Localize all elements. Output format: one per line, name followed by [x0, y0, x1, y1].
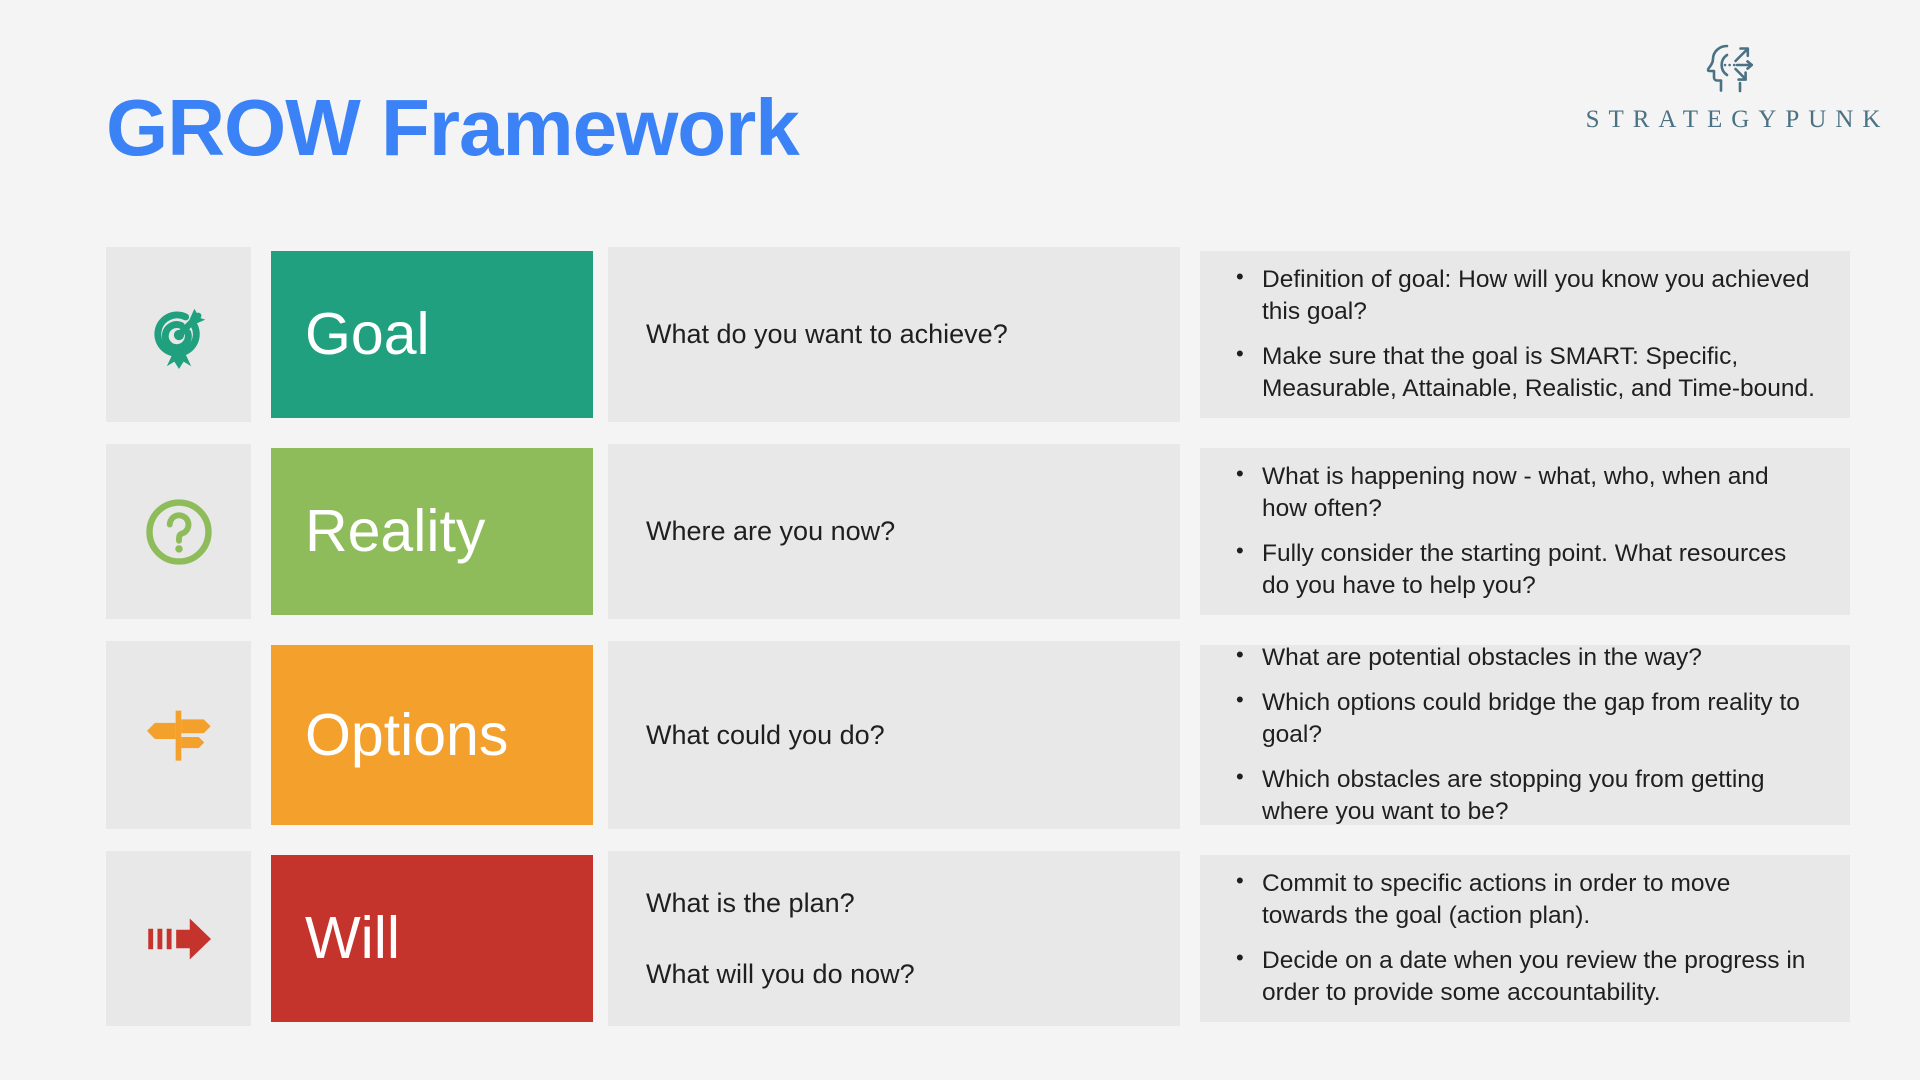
row-label-reality: Reality: [271, 448, 593, 615]
list-item: Commit to specific actions in order to m…: [1232, 867, 1820, 932]
question-mark-circle-icon: [145, 498, 212, 565]
row-label-text: Will: [305, 905, 401, 971]
grow-framework-matrix: Goal What do you want to achieve? Defini…: [106, 247, 1850, 1026]
row-details-options: What are potential obstacles in the way?…: [1200, 641, 1850, 828]
row-question-will: What is the plan? What will you do now?: [608, 851, 1180, 1026]
row-icon-goal: [106, 247, 251, 422]
brand-name: STRATEGYPUNK: [1585, 106, 1890, 133]
row-label-goal: Goal: [271, 251, 593, 418]
question-text: Where are you now?: [646, 516, 896, 547]
list-item: Which options could bridge the gap from …: [1232, 686, 1820, 751]
table-row: Will What is the plan? What will you do …: [106, 851, 1850, 1026]
row-label-text: Reality: [305, 498, 486, 564]
list-item: What is happening now - what, who, when …: [1232, 460, 1820, 525]
row-question-options: What could you do?: [608, 641, 1180, 829]
bullet-list: Definition of goal: How will you know yo…: [1232, 263, 1820, 405]
row-icon-will: [106, 851, 251, 1026]
row-label-text: Goal: [305, 301, 430, 367]
list-item: What are potential obstacles in the way?: [1232, 641, 1820, 674]
question-text: What will you do now?: [646, 958, 915, 989]
row-label-options: Options: [271, 645, 593, 825]
row-icon-reality: [106, 444, 251, 619]
list-item: Definition of goal: How will you know yo…: [1232, 263, 1820, 328]
question-text: What is the plan?: [646, 888, 855, 919]
target-arrow-icon: [153, 308, 205, 369]
list-item: Fully consider the starting point. What …: [1232, 537, 1820, 602]
table-row: Options What could you do? What are pote…: [106, 641, 1850, 829]
head-with-arrows-icon: [1706, 44, 1754, 93]
question-text: What could you do?: [646, 719, 885, 750]
signpost-icon: [146, 710, 211, 761]
bullet-list: What is happening now - what, who, when …: [1232, 460, 1820, 602]
row-details-reality: What is happening now - what, who, when …: [1200, 448, 1850, 615]
list-item: Which obstacles are stopping you from ge…: [1232, 763, 1820, 828]
list-item: Make sure that the goal is SMART: Specif…: [1232, 340, 1820, 405]
page-title: GROW Framework: [106, 83, 800, 172]
row-label-text: Options: [305, 701, 509, 768]
bullet-list: Commit to specific actions in order to m…: [1232, 867, 1820, 1009]
table-row: Reality Where are you now? What is happe…: [106, 444, 1850, 619]
row-label-will: Will: [271, 855, 593, 1022]
list-item: Decide on a date when you review the pro…: [1232, 944, 1820, 1009]
row-question-reality: Where are you now?: [608, 444, 1180, 619]
row-icon-options: [106, 641, 251, 829]
motion-arrow-icon: [147, 918, 211, 959]
brand-logo: STRATEGYPUNK: [1586, 36, 1880, 134]
row-details-will: Commit to specific actions in order to m…: [1200, 855, 1850, 1022]
table-row: Goal What do you want to achieve? Defini…: [106, 247, 1850, 422]
question-text: What do you want to achieve?: [646, 319, 1008, 350]
bullet-list: What are potential obstacles in the way?…: [1232, 641, 1820, 828]
row-question-goal: What do you want to achieve?: [608, 247, 1180, 422]
row-details-goal: Definition of goal: How will you know yo…: [1200, 251, 1850, 418]
